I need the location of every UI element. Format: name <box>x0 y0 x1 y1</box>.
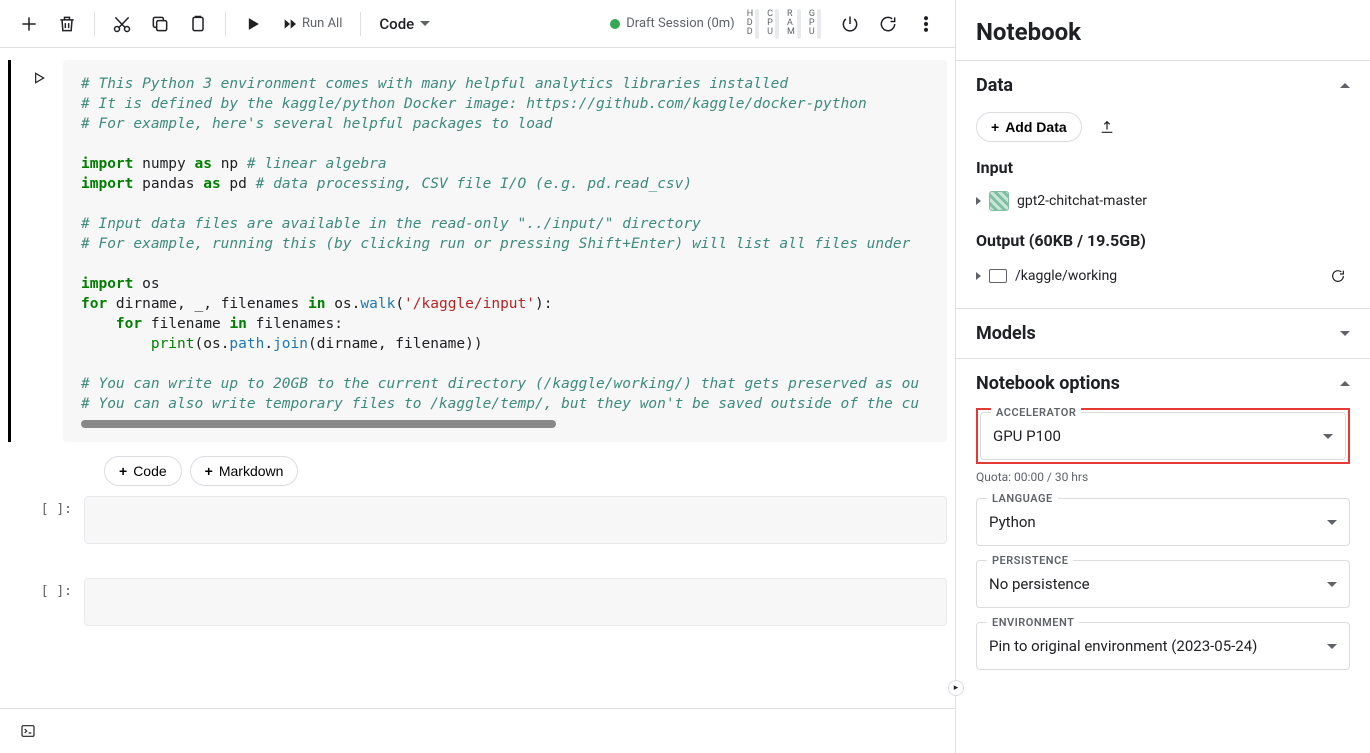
cell-type-label: Code <box>379 15 414 33</box>
models-section-header[interactable]: Models <box>976 323 1350 344</box>
dataset-icon <box>989 191 1009 211</box>
cpu-meter <box>775 9 779 39</box>
cell-prompt: [ ]: <box>41 584 72 626</box>
resource-meters: HDD CPU RAM GPU <box>747 9 821 39</box>
add-code-button[interactable]: +Code <box>104 456 182 486</box>
chevron-down-icon <box>1327 644 1337 649</box>
gpu-meter <box>817 9 821 39</box>
output-header: Output (60KB / 19.5GB) <box>976 231 1350 250</box>
caret-right-icon <box>976 197 981 205</box>
cell-type-dropdown[interactable]: Code <box>371 11 438 37</box>
chevron-down-icon <box>1340 331 1350 336</box>
persistence-dropdown[interactable]: PERSISTENCE No persistence <box>976 560 1350 608</box>
sidebar-collapse-button[interactable]: ▸ <box>948 680 964 696</box>
add-markdown-button[interactable]: +Markdown <box>190 456 299 486</box>
refresh-output-button[interactable] <box>1326 264 1350 288</box>
notebook-body[interactable]: # This Python 3 environment comes with m… <box>0 48 955 708</box>
copy-button[interactable] <box>143 7 177 41</box>
accelerator-label: ACCELERATOR <box>991 406 1081 419</box>
persistence-label: PERSISTENCE <box>987 554 1073 567</box>
run-all-button[interactable]: Run All <box>274 12 350 36</box>
status-dot-icon <box>610 19 620 29</box>
chevron-up-icon <box>1340 381 1350 386</box>
chevron-down-icon <box>420 21 430 26</box>
quota-text: Quota: 00:00 / 30 hrs <box>976 470 1350 484</box>
hdd-meter <box>755 9 759 39</box>
environment-label: ENVIRONMENT <box>987 616 1079 629</box>
chevron-up-icon <box>1340 83 1350 88</box>
code-cell[interactable]: # This Python 3 environment comes with m… <box>8 60 947 442</box>
cell-prompt: [ ]: <box>41 502 72 544</box>
ram-meter <box>797 9 801 39</box>
chevron-down-icon <box>1327 520 1337 525</box>
run-all-label: Run All <box>302 16 342 31</box>
language-dropdown[interactable]: LANGUAGE Python <box>976 498 1350 546</box>
horizontal-scrollbar[interactable] <box>81 420 556 428</box>
add-data-button[interactable]: +Add Data <box>976 112 1082 142</box>
run-button[interactable] <box>236 7 270 41</box>
sidebar: ▸ Notebook Data +Add Data Input gpt2-chi… <box>956 0 1370 753</box>
input-header: Input <box>976 158 1350 177</box>
session-status: Draft Session (0m) <box>610 16 734 31</box>
divider <box>225 12 226 36</box>
code-editor[interactable] <box>84 578 947 626</box>
power-button[interactable] <box>833 7 867 41</box>
caret-right-icon <box>976 272 981 280</box>
chevron-down-icon <box>1327 582 1337 587</box>
chevron-down-icon <box>1323 434 1333 439</box>
options-section-header[interactable]: Notebook options <box>976 373 1350 394</box>
session-label: Draft Session (0m) <box>626 16 734 31</box>
delete-cell-button[interactable] <box>50 7 84 41</box>
empty-cell[interactable]: [ ]: <box>8 578 947 626</box>
paste-button[interactable] <box>181 7 215 41</box>
toolbar: Run All Code Draft Session (0m) HDD CPU … <box>0 0 955 48</box>
accelerator-dropdown[interactable]: ACCELERATOR GPU P100 <box>980 412 1346 460</box>
more-button[interactable] <box>909 7 943 41</box>
upload-button[interactable] <box>1090 110 1124 144</box>
code-editor[interactable]: # This Python 3 environment comes with m… <box>63 60 947 442</box>
sidebar-title: Notebook <box>956 0 1370 60</box>
divider <box>94 12 95 36</box>
code-editor[interactable] <box>84 496 947 544</box>
folder-icon <box>989 269 1007 283</box>
accelerator-highlight: ACCELERATOR GPU P100 <box>976 408 1350 464</box>
input-item[interactable]: gpt2-chitchat-master <box>976 185 1350 217</box>
run-cell-button[interactable] <box>27 66 51 442</box>
language-label: LANGUAGE <box>987 492 1058 505</box>
add-cell-button[interactable] <box>12 7 46 41</box>
divider <box>360 12 361 36</box>
refresh-button[interactable] <box>871 7 905 41</box>
environment-dropdown[interactable]: ENVIRONMENT Pin to original environment … <box>976 622 1350 670</box>
data-section-header[interactable]: Data <box>976 75 1350 96</box>
console-toggle-button[interactable] <box>14 717 42 745</box>
cut-button[interactable] <box>105 7 139 41</box>
output-item[interactable]: /kaggle/working <box>976 268 1117 284</box>
console-bar <box>0 708 955 753</box>
empty-cell[interactable]: [ ]: <box>8 496 947 544</box>
